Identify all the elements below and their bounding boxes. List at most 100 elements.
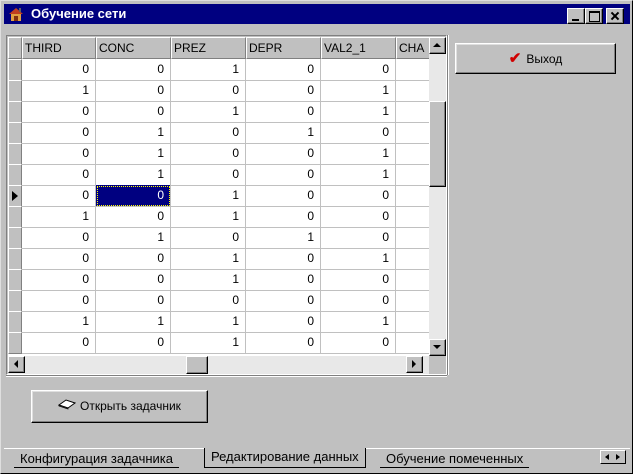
grid-cell[interactable]: 0	[171, 227, 246, 249]
grid-cell[interactable]: 1	[246, 122, 321, 144]
grid-cell[interactable]: 1	[171, 206, 246, 228]
grid-cell[interactable]: 0	[246, 290, 321, 312]
row-indicator[interactable]	[8, 122, 22, 144]
grid-cell[interactable]: 1	[171, 269, 246, 291]
open-problem-book-button[interactable]: Открыть задачник	[31, 390, 208, 423]
row-indicator[interactable]	[8, 143, 22, 165]
grid-cell[interactable]: 0	[171, 122, 246, 144]
grid-cell[interactable]: 0	[22, 143, 96, 165]
grid-cell[interactable]: 1	[321, 80, 396, 102]
grid-cell[interactable]: 1	[22, 80, 96, 102]
row-indicator[interactable]	[8, 248, 22, 270]
grid-cell[interactable]: 1	[321, 311, 396, 333]
grid-cell[interactable]: 0	[246, 101, 321, 123]
grid-cell[interactable]: 0	[96, 248, 171, 270]
grid-cell[interactable]: 0	[22, 290, 96, 312]
grid-cell[interactable]: 0	[171, 164, 246, 186]
grid-cell[interactable]: 0	[96, 101, 171, 123]
tab-task-config[interactable]: Конфигурация задачника	[14, 450, 179, 468]
grid-cell[interactable]: 0	[246, 143, 321, 165]
grid-cell[interactable]: 0	[22, 269, 96, 291]
grid-cell[interactable]: 0	[96, 332, 171, 354]
column-header[interactable]: CONC	[96, 37, 171, 59]
tab-scroll-arrows[interactable]	[600, 450, 626, 464]
grid-cell[interactable]: 0	[22, 185, 96, 207]
row-indicator[interactable]	[8, 164, 22, 186]
horizontal-scrollbar[interactable]	[8, 356, 429, 374]
tab-data-edit[interactable]: Редактирование данных	[204, 448, 366, 468]
vertical-scroll-thumb[interactable]	[429, 101, 446, 187]
grid-cell[interactable]: 1	[171, 101, 246, 123]
grid-cell[interactable]: 1	[96, 143, 171, 165]
grid-cell[interactable]: 0	[96, 269, 171, 291]
grid-cell[interactable]: 1	[171, 332, 246, 354]
grid-cell[interactable]: 0	[246, 332, 321, 354]
row-indicator[interactable]	[8, 185, 22, 207]
grid-cell[interactable]: 1	[321, 164, 396, 186]
grid-cell[interactable]: 0	[321, 185, 396, 207]
grid-cell[interactable]: 1	[96, 227, 171, 249]
row-indicator[interactable]	[8, 80, 22, 102]
grid-cell[interactable]: 1	[22, 311, 96, 333]
grid-cell[interactable]: 0	[321, 59, 396, 81]
grid-cell[interactable]: 0	[96, 185, 171, 207]
grid-cell[interactable]: 1	[96, 311, 171, 333]
row-indicator[interactable]	[8, 206, 22, 228]
row-indicator[interactable]	[8, 59, 22, 81]
scroll-right-button[interactable]	[406, 356, 423, 373]
row-indicator[interactable]	[8, 311, 22, 333]
exit-button[interactable]: ✔ Выход	[455, 43, 616, 74]
close-button[interactable]	[606, 8, 624, 24]
grid-cell[interactable]: 0	[321, 206, 396, 228]
column-header[interactable]: VAL2_1	[321, 37, 396, 59]
grid-cell[interactable]: 1	[171, 248, 246, 270]
grid-cell[interactable]: 0	[22, 248, 96, 270]
data-grid[interactable]: THIRD CONC PREZ DEPR VAL2_1 CHA 0 0 1 0 0 1 0 0 0 1 0 0 1 0…	[8, 37, 446, 374]
grid-cell[interactable]: 1	[246, 227, 321, 249]
row-indicator[interactable]	[8, 332, 22, 354]
grid-cell[interactable]: 1	[321, 101, 396, 123]
row-indicator[interactable]	[8, 269, 22, 291]
grid-cell[interactable]: 0	[96, 80, 171, 102]
horizontal-scroll-thumb[interactable]	[186, 356, 208, 374]
maximize-button[interactable]	[585, 8, 603, 24]
grid-cell[interactable]: 1	[96, 164, 171, 186]
grid-cell[interactable]: 0	[321, 332, 396, 354]
grid-cell[interactable]: 0	[22, 227, 96, 249]
row-indicator[interactable]	[8, 290, 22, 312]
grid-cell[interactable]: 0	[171, 290, 246, 312]
grid-cell[interactable]: 0	[22, 332, 96, 354]
column-header[interactable]: PREZ	[171, 37, 246, 59]
grid-cell[interactable]: 0	[22, 101, 96, 123]
grid-cell[interactable]: 1	[171, 59, 246, 81]
grid-cell[interactable]: 0	[22, 122, 96, 144]
grid-cell[interactable]: 0	[171, 143, 246, 165]
grid-cell[interactable]: 0	[246, 185, 321, 207]
grid-cell[interactable]: 0	[246, 80, 321, 102]
grid-cell[interactable]: 0	[22, 164, 96, 186]
grid-cell[interactable]: 0	[96, 206, 171, 228]
scroll-left-button[interactable]	[8, 356, 25, 373]
grid-cell[interactable]: 0	[321, 122, 396, 144]
grid-cell[interactable]: 0	[22, 59, 96, 81]
grid-cell[interactable]: 1	[321, 248, 396, 270]
row-indicator[interactable]	[8, 227, 22, 249]
grid-cell[interactable]: 0	[246, 164, 321, 186]
grid-cell[interactable]: 0	[321, 269, 396, 291]
grid-cell[interactable]: 1	[171, 185, 246, 207]
tab-training[interactable]: Обучение помеченных	[380, 450, 530, 468]
column-header[interactable]: DEPR	[246, 37, 321, 59]
grid-cell[interactable]: 0	[246, 248, 321, 270]
grid-cell[interactable]: 1	[96, 122, 171, 144]
column-header[interactable]: THIRD	[22, 37, 96, 59]
row-indicator[interactable]	[8, 101, 22, 123]
grid-cell[interactable]: 1	[171, 311, 246, 333]
grid-cell[interactable]: 0	[96, 290, 171, 312]
vertical-scrollbar[interactable]	[429, 37, 446, 356]
grid-cell[interactable]: 1	[321, 143, 396, 165]
title-bar[interactable]: Обучение сети	[4, 4, 630, 24]
grid-cell[interactable]: 0	[246, 269, 321, 291]
grid-cell[interactable]: 0	[246, 59, 321, 81]
scroll-up-button[interactable]	[429, 37, 446, 54]
minimize-button[interactable]	[567, 8, 585, 24]
